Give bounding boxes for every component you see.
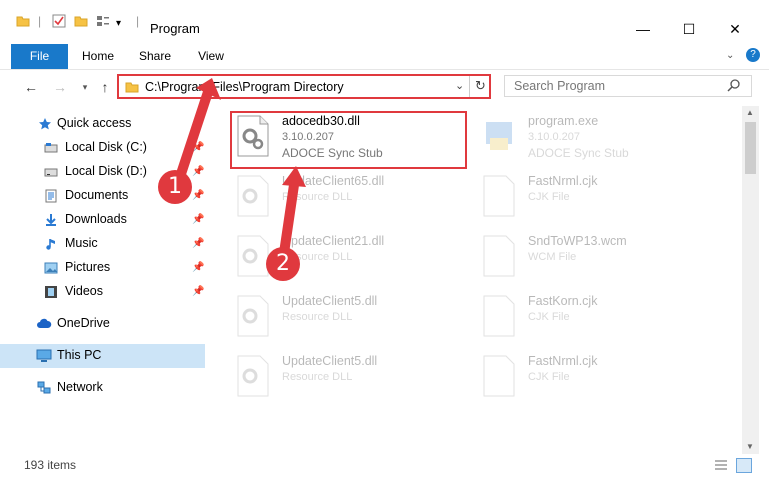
large-icons-view-icon[interactable]: [736, 458, 752, 473]
details-view-icon[interactable]: [714, 459, 728, 474]
status-bar: 193 items: [0, 455, 769, 477]
annotation-arrowhead-2: [282, 166, 306, 187]
item-count: 193 items: [24, 458, 77, 472]
annotation-arrow-2: [279, 184, 299, 254]
annotation-arrows: [173, 78, 306, 254]
step-badge-2: 2: [266, 247, 300, 281]
step-badge-1: 1: [158, 170, 192, 204]
annotation-arrow-1: [173, 90, 213, 185]
